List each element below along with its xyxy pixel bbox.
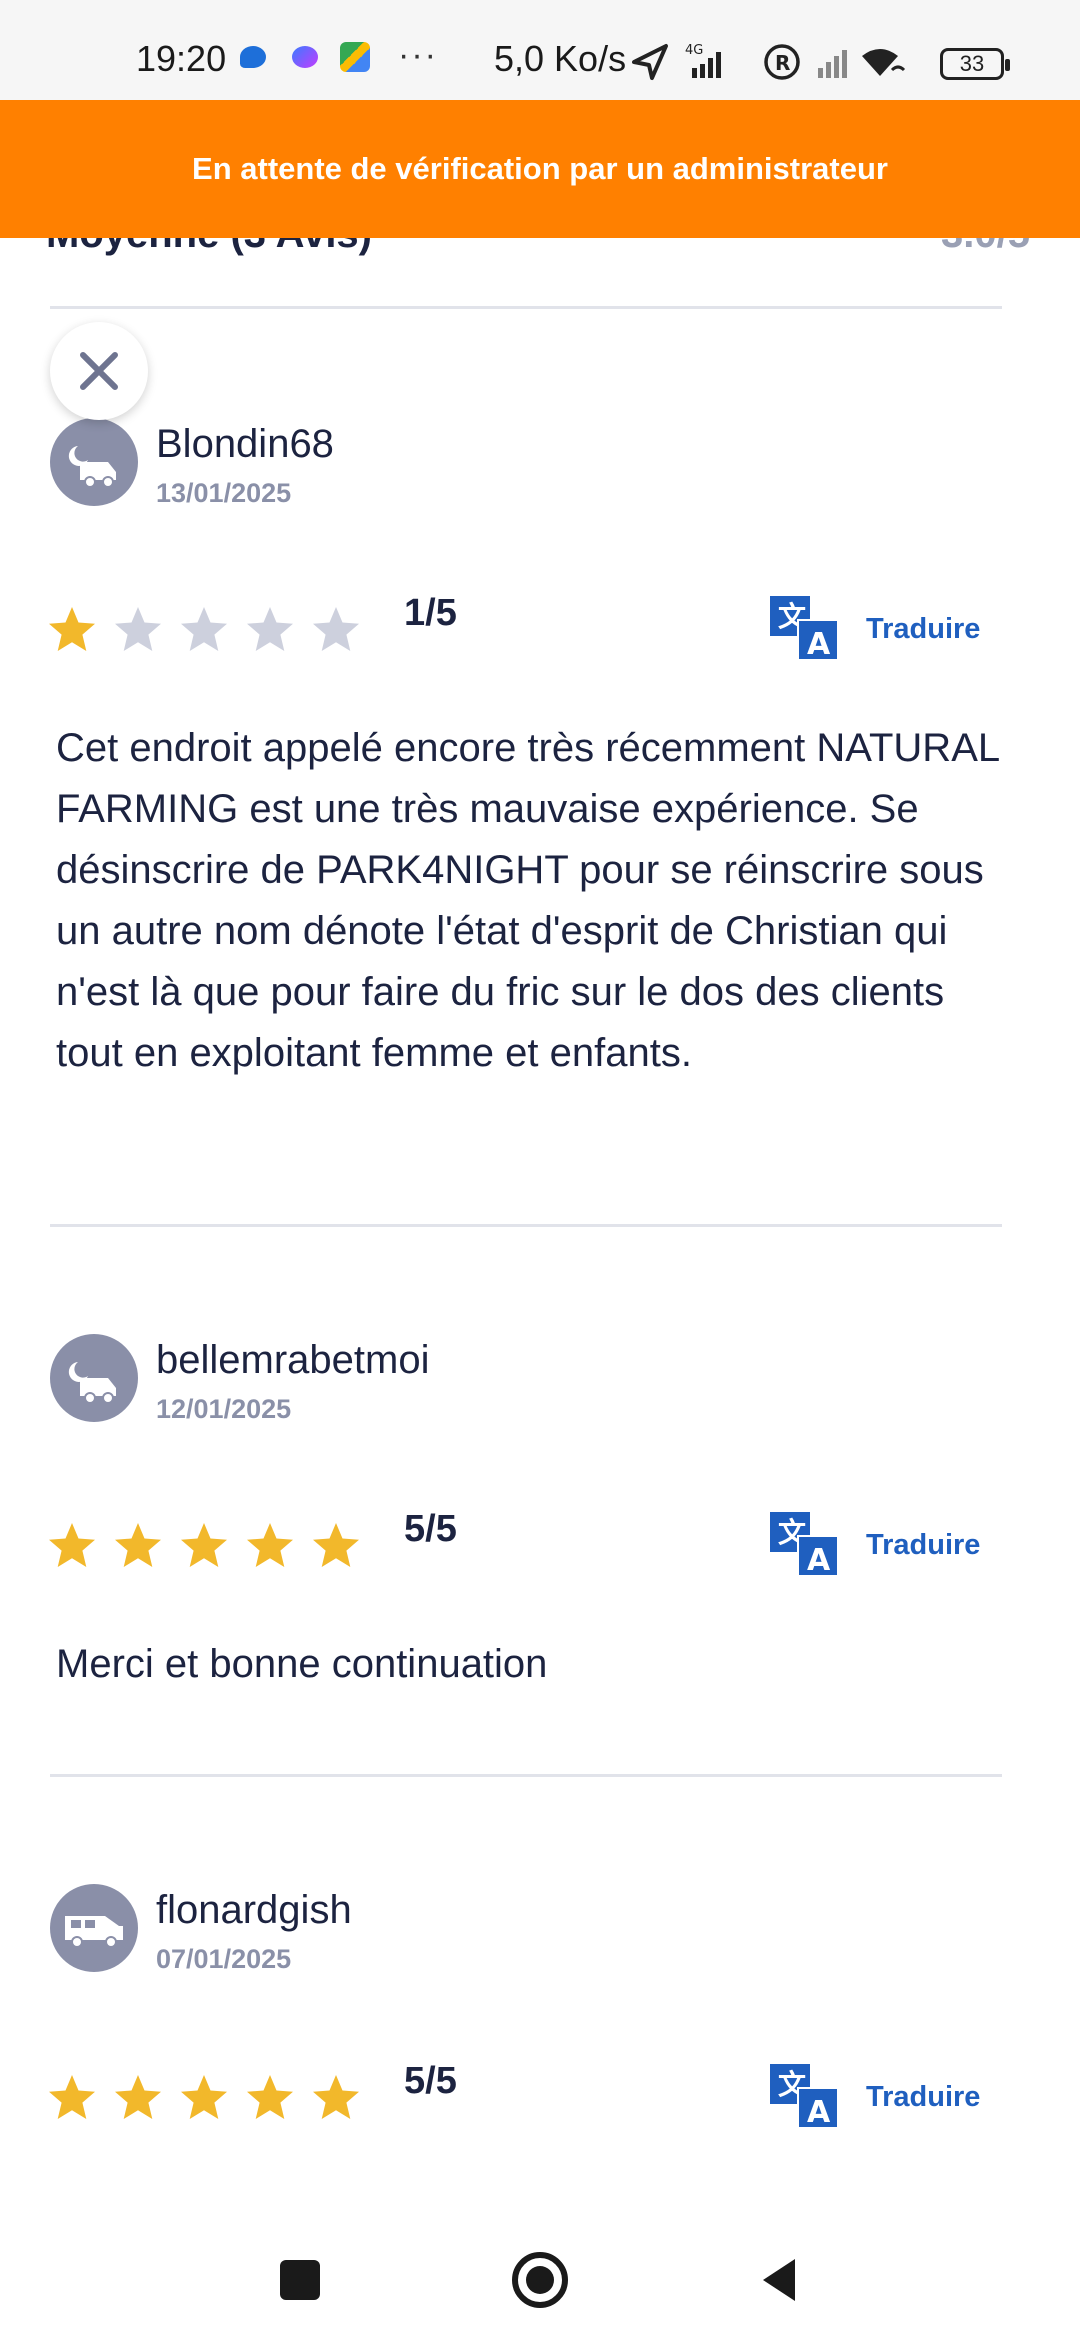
divider: [50, 306, 1002, 309]
review-username[interactable]: Blondin68: [156, 422, 334, 467]
star-filled-icon: [247, 2075, 293, 2119]
star-filled-icon: [247, 1523, 293, 1567]
star-empty-icon: [181, 607, 227, 651]
review-username[interactable]: bellemrabetmoi: [156, 1338, 429, 1383]
signal-4g-icon: 4G: [685, 43, 721, 78]
review-score: 1/5: [404, 592, 457, 634]
star-rating: [46, 2072, 362, 2128]
star-filled-icon: [49, 2075, 95, 2119]
star-filled-icon: [313, 2075, 359, 2119]
verification-banner: En attente de vérification par un admini…: [0, 100, 1080, 238]
star-filled-icon: [181, 1523, 227, 1567]
review-username[interactable]: flonardgish: [156, 1888, 352, 1933]
translate-icon: 文 A: [770, 596, 839, 662]
square-icon: [280, 2260, 320, 2300]
star-rating: [46, 604, 362, 660]
close-icon: [80, 352, 118, 390]
svg-text:A: A: [807, 627, 831, 662]
maps-icon: [340, 42, 370, 72]
translate-label: Traduire: [866, 612, 981, 645]
wifi-icon: [862, 49, 906, 76]
location-arrow-icon: [632, 44, 668, 80]
user-avatar: [50, 1334, 138, 1422]
review-score: 5/5: [404, 2060, 457, 2102]
translate-icon: 文 A: [770, 1512, 839, 1578]
status-bar: 19:20 ··· 5,0 Ko/s 4G R 33: [0, 0, 1080, 100]
review-text: Cet endroit appelé encore très récemment…: [56, 726, 999, 1075]
more-notifications-icon: ···: [398, 36, 438, 74]
star-filled-icon: [115, 2075, 161, 2119]
navigation-bar: [0, 2210, 1080, 2340]
star-empty-icon: [115, 607, 161, 651]
review-text: Merci et bonne continuation: [56, 1642, 548, 1686]
network-speed: 5,0 Ko/s: [494, 38, 627, 79]
messenger-icon: [292, 46, 318, 68]
home-circle-icon: [512, 2252, 568, 2308]
translate-label: Traduire: [866, 2080, 981, 2113]
status-indicators: 4G R: [632, 43, 906, 80]
star-filled-icon: [49, 1523, 95, 1567]
user-avatar: [50, 418, 138, 506]
star-empty-icon: [247, 607, 293, 651]
divider: [50, 1774, 1002, 1777]
roaming-icon: R: [764, 44, 800, 80]
svg-text:4G: 4G: [685, 43, 703, 58]
review-score: 5/5: [404, 1508, 457, 1550]
home-button[interactable]: [500, 2240, 580, 2320]
status-time: 19:20: [136, 38, 227, 79]
close-button[interactable]: [50, 322, 148, 420]
star-filled-icon: [49, 607, 95, 651]
user-avatar: [50, 1884, 138, 1972]
signal-icon: [818, 50, 847, 78]
star-empty-icon: [313, 607, 359, 651]
svg-text:A: A: [807, 1543, 831, 1578]
van-icon: [65, 1916, 123, 1948]
translate-icon: 文 A: [770, 2064, 839, 2130]
battery-icon: 33: [940, 48, 1010, 80]
back-button[interactable]: [740, 2240, 820, 2320]
star-filled-icon: [115, 1523, 161, 1567]
camper-night-icon: [68, 446, 116, 488]
review-date: 12/01/2025: [156, 1394, 292, 1424]
divider: [50, 1224, 1002, 1227]
star-filled-icon: [313, 1523, 359, 1567]
review-date: 13/01/2025: [156, 478, 292, 508]
chat-icon: [240, 46, 266, 68]
translate-label: Traduire: [866, 1528, 981, 1561]
review-date: 07/01/2025: [156, 1944, 292, 1974]
recent-apps-button[interactable]: [260, 2240, 340, 2320]
star-filled-icon: [181, 2075, 227, 2119]
translate-button[interactable]: 文 A Traduire: [770, 2064, 980, 2130]
svg-text:A: A: [807, 2095, 831, 2130]
back-triangle-icon: [763, 2259, 795, 2301]
camper-night-icon: [68, 1362, 116, 1404]
translate-button[interactable]: 文 A Traduire: [770, 596, 980, 662]
star-rating: [46, 1520, 362, 1576]
translate-button[interactable]: 文 A Traduire: [770, 1512, 980, 1578]
svg-text:R: R: [775, 51, 790, 75]
